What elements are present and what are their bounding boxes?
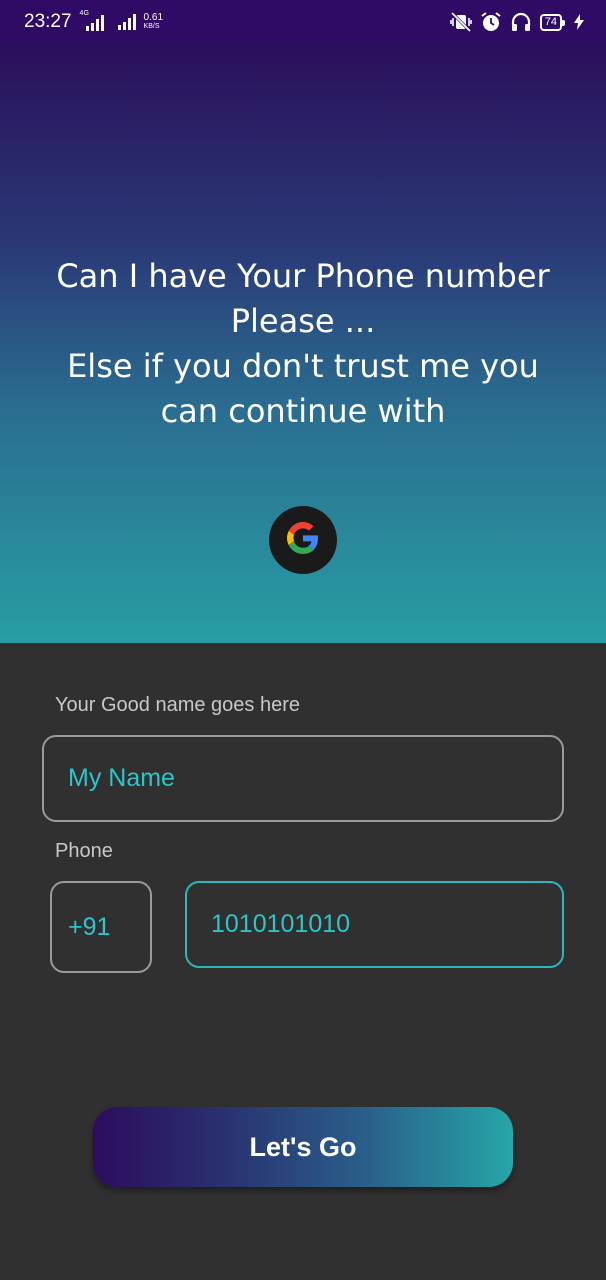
status-left: 23:27 4G 0.61 KB/S xyxy=(24,10,163,33)
battery-level: 74 xyxy=(544,16,557,28)
net-speed: 0.61 KB/S xyxy=(144,13,163,31)
net-speed-value: 0.61 xyxy=(143,12,164,23)
charging-icon xyxy=(574,14,584,30)
name-input-value: My Name xyxy=(68,764,175,792)
phone-label: Phone xyxy=(55,840,113,862)
muted-vibrate-icon xyxy=(449,12,472,32)
phone-input-value: 1010101010 xyxy=(211,910,351,938)
alarm-icon xyxy=(480,11,502,33)
hero-line-3: Else if you don't trust me you xyxy=(67,347,539,385)
net-speed-unit: KB/S xyxy=(143,23,160,30)
lets-go-button[interactable]: Let's Go xyxy=(93,1107,513,1187)
signal-4g-icon: 4G xyxy=(80,10,110,33)
hero-message: Can I have Your Phone number Please ... … xyxy=(20,254,586,434)
status-right: 74 xyxy=(449,11,584,33)
status-time: 23:27 xyxy=(24,11,72,32)
hero-line-4: can continue with xyxy=(160,392,446,430)
headphones-icon xyxy=(510,11,532,33)
google-signin-button[interactable] xyxy=(269,506,337,574)
hero-line-1: Can I have Your Phone number xyxy=(56,257,550,295)
status-bar: 23:27 4G 0.61 KB/S 74 xyxy=(0,0,606,44)
form-panel: Your Good name goes here My Name Phone +… xyxy=(0,643,606,1280)
phone-input[interactable]: 1010101010 xyxy=(185,881,564,968)
name-input[interactable]: My Name xyxy=(42,735,564,822)
name-label: Your Good name goes here xyxy=(55,694,300,716)
hero-panel: Can I have Your Phone number Please ... … xyxy=(0,44,606,643)
battery-indicator: 74 xyxy=(539,13,566,31)
google-icon xyxy=(287,522,319,558)
lets-go-label: Let's Go xyxy=(249,1131,357,1162)
signal-icon xyxy=(117,14,136,30)
country-code-value: +91 xyxy=(68,912,111,941)
hero-line-2: Please ... xyxy=(230,302,376,340)
country-code-input[interactable]: +91 xyxy=(50,881,152,973)
